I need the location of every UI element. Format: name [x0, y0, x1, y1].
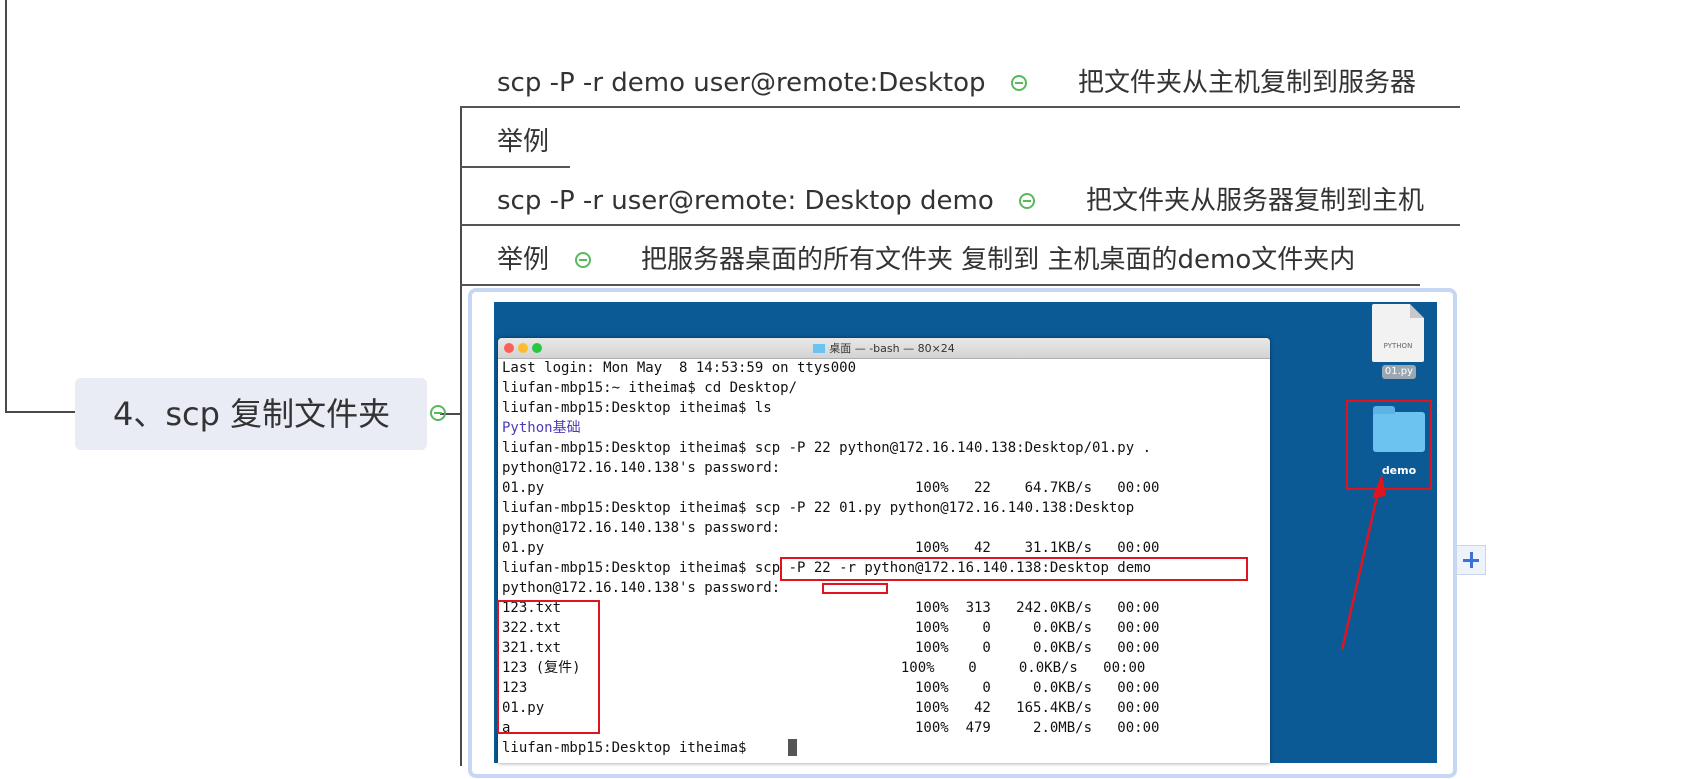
- terminal-cursor: [788, 739, 797, 756]
- branch-3-collapse-icon[interactable]: [1019, 193, 1035, 209]
- branch-4-note[interactable]: 把服务器桌面的所有文件夹 复制到 主机桌面的demo文件夹内: [641, 244, 1355, 276]
- terminal-line-9: python@172.16.140.138's password:: [502, 520, 781, 536]
- terminal-line-1: Last login: Mon May 8 14:53:59 on ttys00…: [502, 360, 857, 376]
- terminal-line-20: liufan-mbp15:Desktop itheima$: [502, 740, 755, 756]
- branch-1-collapse-icon[interactable]: [1011, 75, 1027, 91]
- branch-2-underline: [460, 166, 570, 168]
- trunk-connector: [5, 0, 7, 412]
- branch-spine: [460, 108, 462, 766]
- terminal-line-15: 321.txt 100% 0 0.0KB/s 00:00: [502, 640, 1160, 656]
- terminal-line-13: 123.txt 100% 313 242.0KB/s 00:00: [502, 600, 1160, 616]
- branch-4-underline: [460, 284, 1420, 286]
- main-node-collapse-icon[interactable]: [430, 405, 446, 421]
- branch-1-note[interactable]: 把文件夹从主机复制到服务器: [1078, 67, 1416, 99]
- branch-4-label[interactable]: 举例: [497, 244, 549, 276]
- terminal-line-10: 01.py 100% 42 31.1KB/s 00:00: [502, 540, 1160, 556]
- branch-3-note[interactable]: 把文件夹从服务器复制到主机: [1086, 185, 1424, 217]
- terminal-line-14: 322.txt 100% 0 0.0KB/s 00:00: [502, 620, 1160, 636]
- branch-1-command[interactable]: scp -P -r demo user@remote:Desktop: [497, 67, 986, 99]
- add-topic-plus-icon[interactable]: [1456, 545, 1486, 575]
- terminal-line-17: 123 100% 0 0.0KB/s 00:00: [502, 680, 1160, 696]
- terminal-line-3: liufan-mbp15:Desktop itheima$ ls: [502, 400, 772, 416]
- terminal-title-text: 桌面 — -bash — 80×24: [829, 342, 955, 355]
- terminal-line-12: python@172.16.140.138's password:: [502, 580, 781, 596]
- python-file-icon: [1372, 304, 1424, 362]
- terminal-line-18: 01.py 100% 42 165.4KB/s 00:00: [502, 700, 1160, 716]
- python-file-type-label: PYTHON: [1383, 342, 1413, 350]
- trunk-bottom-connector: [5, 411, 75, 413]
- terminal-titlebar: 桌面 — -bash — 80×24: [498, 338, 1270, 359]
- terminal-window: 桌面 — -bash — 80×24 Last login: Mon May 8…: [498, 338, 1270, 763]
- terminal-title: 桌面 — -bash — 80×24: [498, 340, 1270, 356]
- branch-4-collapse-icon[interactable]: [575, 252, 591, 268]
- red-arrow-icon: [1340, 474, 1386, 651]
- terminal-line-7: 01.py 100% 22 64.7KB/s 00:00: [502, 480, 1160, 496]
- terminal-line-6: python@172.16.140.138's password:: [502, 460, 781, 476]
- password-highlight: [822, 583, 888, 594]
- branch-3-command[interactable]: scp -P -r user@remote: Desktop demo: [497, 185, 994, 217]
- scp-command-highlight: [780, 557, 1248, 581]
- terminal-line-19: a 100% 479 2.0MB/s 00:00: [502, 720, 1160, 736]
- terminal-line-8: liufan-mbp15:Desktop itheima$ scp -P 22 …: [502, 500, 1135, 516]
- folder-small-icon: [813, 344, 826, 353]
- copied-files-highlight: [497, 600, 600, 734]
- terminal-line-2: liufan-mbp15:~ itheima$ cd Desktop/: [502, 380, 798, 396]
- terminal-line-5: liufan-mbp15:Desktop itheima$ scp -P 22 …: [502, 440, 1152, 456]
- main-topic-label: 4、scp 复制文件夹: [113, 395, 391, 433]
- branch-1-note-underline: [1030, 106, 1450, 108]
- python-file-name: 01.py: [1382, 365, 1416, 379]
- branch-2-label[interactable]: 举例: [497, 126, 549, 158]
- terminal-line-4: Python基础: [502, 420, 581, 436]
- branch-3-connector: [460, 224, 1460, 226]
- main-topic-node[interactable]: 4、scp 复制文件夹: [75, 378, 427, 450]
